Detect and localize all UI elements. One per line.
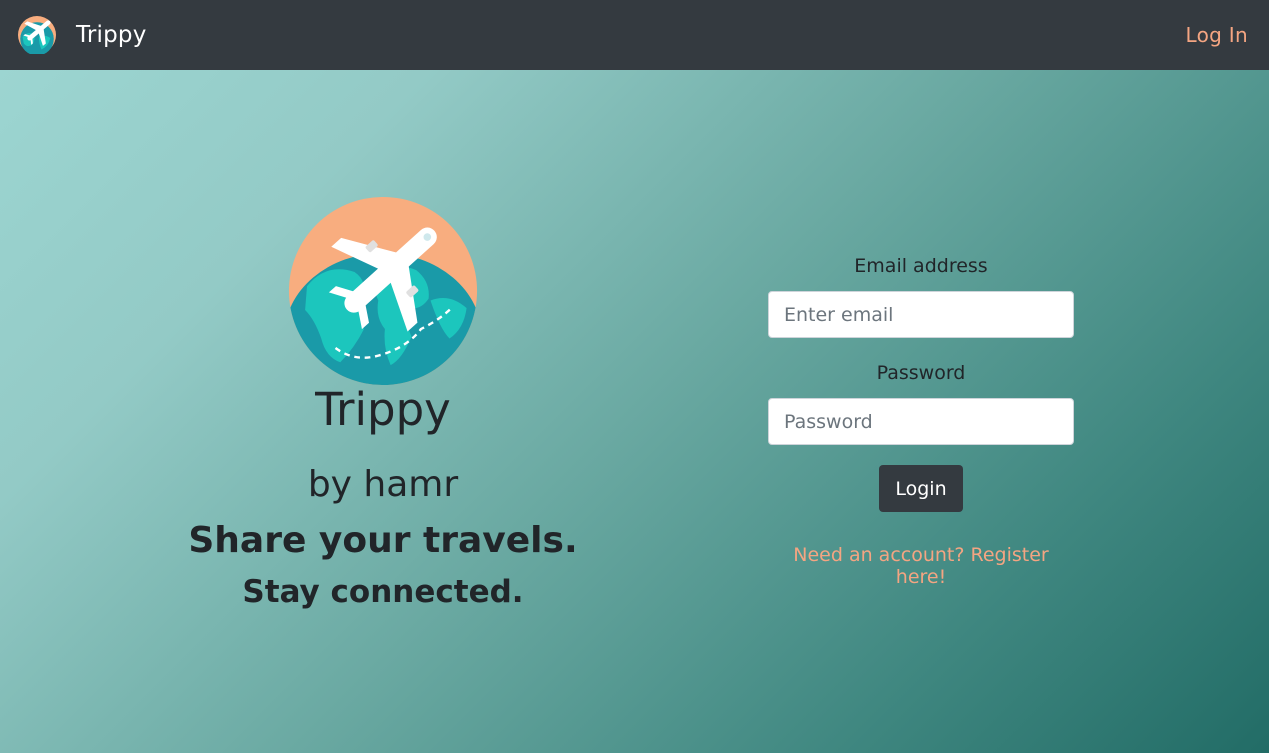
login-form: Email address Password Login Need an acc… — [768, 254, 1074, 588]
password-label: Password — [876, 362, 966, 384]
plane-globe-icon[interactable] — [18, 16, 56, 54]
register-link[interactable]: Need an account? Register here! — [768, 544, 1074, 588]
main-content: Trippy by hamr Share your travels. Stay … — [0, 70, 1269, 753]
navbar-brand[interactable]: Trippy — [18, 16, 147, 54]
email-input[interactable] — [768, 291, 1074, 338]
hero-byline: by hamr — [307, 464, 459, 505]
hero-subtagline: Stay connected. — [242, 574, 524, 610]
hero-title: Trippy — [315, 383, 451, 436]
password-input[interactable] — [768, 398, 1074, 445]
top-navbar: Trippy Log In — [0, 0, 1269, 70]
plane-globe-icon — [140, 196, 626, 386]
email-label: Email address — [854, 255, 988, 277]
hero-section: Trippy by hamr Share your travels. Stay … — [140, 196, 626, 612]
login-button[interactable]: Login — [879, 465, 963, 512]
nav-login-link[interactable]: Log In — [1186, 23, 1248, 47]
hero-tagline: Share your travels. — [188, 520, 578, 561]
brand-name[interactable]: Trippy — [76, 22, 147, 48]
